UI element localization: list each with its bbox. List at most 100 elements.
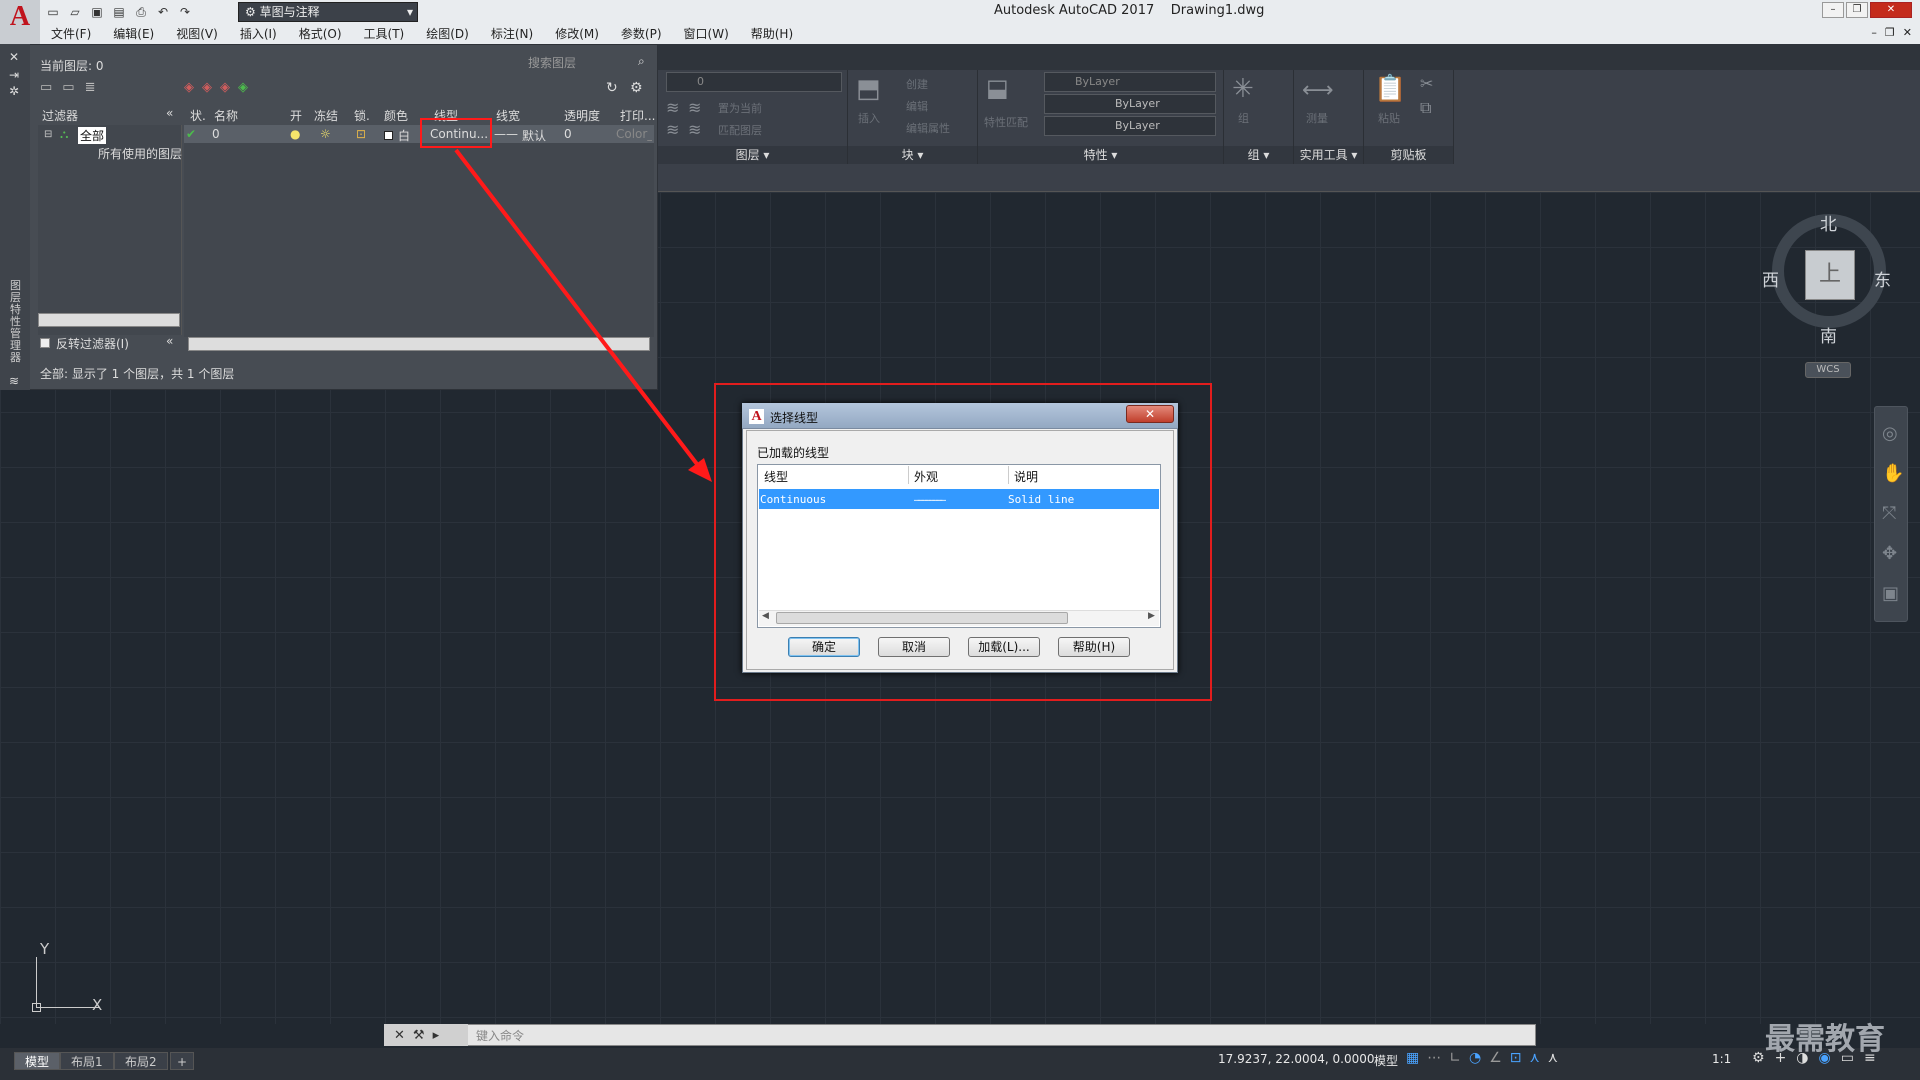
tab-model[interactable]: 模型 bbox=[14, 1052, 61, 1070]
insert-block-icon[interactable]: ⬒ bbox=[856, 74, 881, 104]
edit-block-label[interactable]: 编辑 bbox=[906, 98, 928, 114]
menu-dimension[interactable]: 标注(N) bbox=[480, 24, 544, 44]
scroll-right-icon[interactable]: ▶ bbox=[1148, 611, 1155, 621]
create-block-label[interactable]: 创建 bbox=[906, 76, 928, 92]
compass-north[interactable]: 北 bbox=[1820, 210, 1837, 235]
add-layout-button[interactable]: + bbox=[170, 1052, 195, 1070]
collapse-icon[interactable]: « bbox=[166, 334, 173, 348]
group-label-faded[interactable]: 组 bbox=[1238, 110, 1249, 126]
set-current-icon[interactable]: ◈ bbox=[238, 80, 248, 95]
compass-east[interactable]: 东 bbox=[1874, 266, 1891, 291]
save-as-icon[interactable]: ▤ bbox=[110, 4, 128, 20]
layer-states-icon[interactable]: ≣ bbox=[85, 80, 96, 95]
annotation-scale[interactable]: 1:1 bbox=[1712, 1052, 1731, 1066]
panel-label-properties[interactable]: 特性 ▾ bbox=[978, 146, 1223, 164]
edit-attributes-label[interactable]: 编辑属性 bbox=[906, 120, 950, 136]
zoom-icon[interactable]: ⤧ bbox=[1882, 503, 1896, 524]
wrench-icon[interactable]: ⚒ bbox=[413, 1028, 425, 1043]
col-freeze[interactable]: 冻结 bbox=[314, 107, 338, 124]
undo-icon[interactable]: ↶ bbox=[154, 4, 172, 20]
col-appearance-header[interactable]: 外观 bbox=[914, 468, 938, 485]
insert-label[interactable]: 插入 bbox=[858, 110, 880, 126]
list-scrollbar[interactable] bbox=[188, 337, 650, 351]
save-icon[interactable]: ▣ bbox=[88, 4, 106, 20]
new-layer-icon[interactable]: ◈ bbox=[184, 80, 194, 95]
search-layers-input[interactable]: 搜索图层 bbox=[528, 54, 576, 71]
ortho-icon[interactable]: ∟ bbox=[1449, 1050, 1461, 1066]
paste-icon[interactable]: 📋 bbox=[1374, 74, 1406, 104]
annotation-scale-icon[interactable]: ⋏ bbox=[1548, 1050, 1558, 1066]
cancel-button[interactable]: 取消 bbox=[878, 637, 950, 657]
showmotion-icon[interactable]: ▣ bbox=[1882, 583, 1899, 604]
cut-icon[interactable]: ✂ bbox=[1420, 74, 1433, 93]
settings-gear-icon[interactable]: ⚙ bbox=[630, 80, 643, 96]
close-icon[interactable]: ✕ bbox=[9, 50, 19, 64]
col-lineweight[interactable]: 线宽 bbox=[496, 107, 520, 124]
layer-tool-icon[interactable]: ≋ bbox=[666, 120, 679, 139]
col-on[interactable]: 开 bbox=[290, 107, 302, 124]
col-color[interactable]: 颜色 bbox=[384, 107, 408, 124]
invert-filter-checkbox[interactable] bbox=[40, 338, 50, 348]
tree-scrollbar[interactable] bbox=[38, 313, 180, 327]
menu-window[interactable]: 窗口(W) bbox=[673, 24, 740, 44]
new-file-icon[interactable]: ▭ bbox=[44, 4, 62, 20]
restore-button[interactable]: ❐ bbox=[1846, 2, 1868, 18]
close-icon[interactable]: ✕ bbox=[394, 1028, 405, 1043]
set-current-label[interactable]: 置为当前 bbox=[718, 100, 762, 116]
unlock-icon[interactable]: ⊡ bbox=[356, 127, 366, 141]
autohide-icon[interactable]: ⇥ bbox=[9, 68, 19, 82]
col-description-header[interactable]: 说明 bbox=[1014, 468, 1038, 485]
color-swatch[interactable] bbox=[384, 131, 393, 140]
panel-label-utilities[interactable]: 实用工具 ▾ bbox=[1294, 146, 1363, 164]
layer-tool-icon[interactable]: ≋ bbox=[688, 98, 701, 117]
viewcube-top-face[interactable]: 上 bbox=[1805, 250, 1855, 300]
close-button[interactable]: ✕ bbox=[1870, 2, 1912, 18]
load-button[interactable]: 加载(L)... bbox=[968, 637, 1040, 657]
menu-draw[interactable]: 绘图(D) bbox=[415, 24, 480, 44]
menu-view[interactable]: 视图(V) bbox=[165, 24, 229, 44]
panel-label-block[interactable]: 块 ▾ bbox=[848, 146, 977, 164]
match-layer-label[interactable]: 匹配图层 bbox=[718, 122, 762, 138]
grid-icon[interactable]: ▦ bbox=[1406, 1050, 1419, 1066]
osnap-tracking-icon[interactable]: ∠ bbox=[1489, 1050, 1502, 1066]
col-status[interactable]: 状. bbox=[190, 107, 206, 124]
layer-lineweight[interactable]: 默认 bbox=[522, 127, 546, 144]
coordinate-readout[interactable]: 17.9237, 22.0004, 0.0000 bbox=[1218, 1052, 1375, 1066]
panel-label-layers[interactable]: 图层 ▾ bbox=[658, 146, 847, 164]
minimize-button[interactable]: – bbox=[1822, 2, 1844, 18]
panel-label-clipboard[interactable]: 剪贴板 bbox=[1364, 146, 1453, 164]
tree-expand-icon[interactable]: ⊟ bbox=[44, 129, 52, 140]
measure-icon[interactable]: ⟷ bbox=[1302, 78, 1334, 103]
scrollbar-thumb[interactable] bbox=[776, 612, 1068, 624]
scroll-left-icon[interactable]: ◀ bbox=[762, 611, 769, 621]
help-button[interactable]: 帮助(H) bbox=[1058, 637, 1130, 657]
workspace-gear-icon[interactable]: ⚙ bbox=[1752, 1050, 1765, 1066]
menu-format[interactable]: 格式(O) bbox=[288, 24, 353, 44]
redo-icon[interactable]: ↷ bbox=[176, 4, 194, 20]
match-properties-icon[interactable]: ⬓ bbox=[986, 74, 1009, 102]
table-row[interactable] bbox=[184, 125, 654, 143]
compass-west[interactable]: 西 bbox=[1762, 266, 1779, 291]
measure-label[interactable]: 测量 bbox=[1306, 110, 1328, 126]
col-name[interactable]: 名称 bbox=[214, 107, 238, 124]
color-combo[interactable]: ByLayer bbox=[1044, 72, 1216, 92]
layer-color[interactable]: 白 bbox=[398, 127, 410, 144]
open-file-icon[interactable]: ▱ bbox=[66, 4, 84, 20]
refresh-icon[interactable]: ↻ bbox=[606, 80, 618, 96]
lightbulb-icon[interactable]: ● bbox=[290, 127, 300, 141]
copy-icon[interactable]: ⧉ bbox=[1420, 98, 1431, 118]
group-icon[interactable]: ✳ bbox=[1232, 74, 1254, 104]
ok-button[interactable]: 确定 bbox=[788, 637, 860, 657]
delete-layer-icon[interactable]: ◈ bbox=[220, 80, 230, 95]
layer-combo[interactable]: 0 bbox=[666, 72, 842, 92]
col-transparency[interactable]: 透明度 bbox=[564, 107, 600, 124]
layer-name[interactable]: 0 bbox=[212, 127, 220, 141]
menu-edit[interactable]: 编辑(E) bbox=[102, 24, 165, 44]
new-group-filter-icon[interactable]: ▭ bbox=[62, 80, 74, 95]
col-linetype-header[interactable]: 线型 bbox=[764, 468, 788, 485]
pan-icon[interactable]: ✋ bbox=[1882, 463, 1904, 484]
layer-transparency[interactable]: 0 bbox=[564, 127, 572, 141]
linetype-combo[interactable]: ByLayer bbox=[1044, 94, 1216, 114]
layer-tool-icon[interactable]: ≋ bbox=[666, 98, 679, 117]
dialog-close-button[interactable]: ✕ bbox=[1126, 405, 1174, 423]
